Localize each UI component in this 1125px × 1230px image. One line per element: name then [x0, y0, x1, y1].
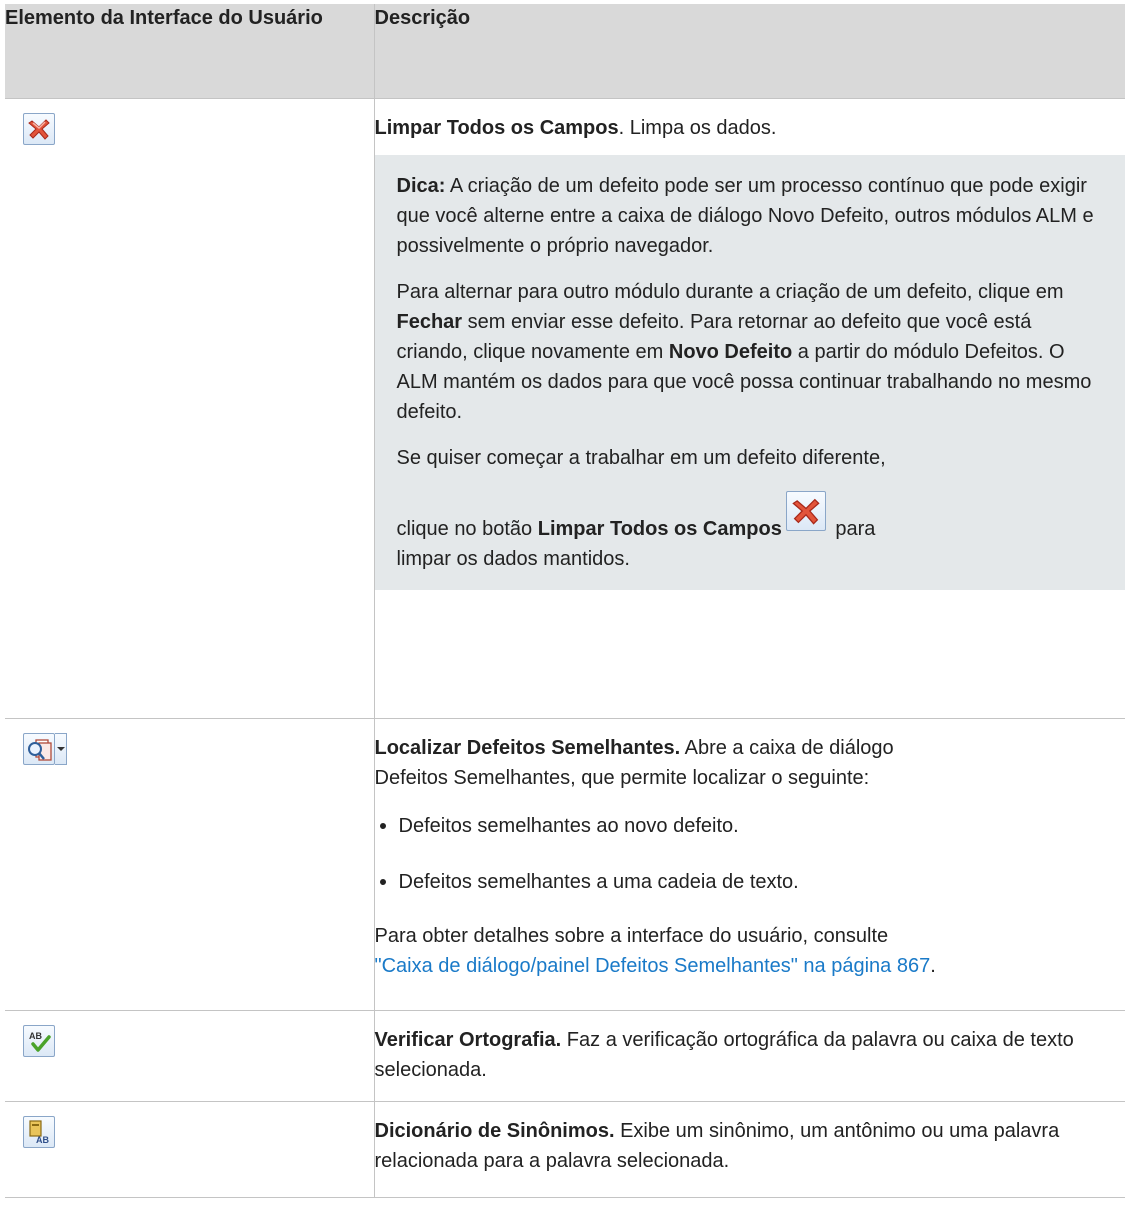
- table-row: AB Verificar Ortografia. Faz a verificaç…: [5, 1009, 1125, 1102]
- description-cell: Dicionário de Sinônimos. Exibe um sinôni…: [373, 1100, 1125, 1198]
- header-description: Descrição: [373, 4, 1125, 99]
- bullet-list: Defeitos semelhantes ao novo defeito. De…: [375, 811, 1125, 897]
- icon-cell: [5, 717, 375, 1011]
- similar-defects-link[interactable]: "Caixa de diálogo/painel Defeitos Semelh…: [375, 955, 931, 977]
- row-text-a: Abre a caixa de diálogo: [680, 736, 894, 759]
- close-label: Fechar: [396, 310, 463, 333]
- table-row: AB Dicionário de Sinônimos. Exibe um sin…: [5, 1100, 1125, 1198]
- icon-cell: AB: [5, 1009, 375, 1102]
- table-header-row: Elemento da Interface do Usuário Descriç…: [5, 4, 1125, 99]
- tip-paragraph-3-b: clique no botão: [396, 517, 538, 540]
- chevron-down-icon: [55, 732, 67, 765]
- tip-label: Dica:: [396, 174, 446, 197]
- clear-all-fields-icon: [23, 112, 55, 145]
- details-text: Para obter detalhes sobre a interface do…: [374, 924, 889, 947]
- spell-check-icon: AB: [23, 1024, 55, 1057]
- row-title: Localizar Defeitos Semelhantes.: [374, 736, 681, 759]
- icon-cell: [5, 97, 375, 719]
- row-title: Verificar Ortografia.: [374, 1028, 562, 1051]
- details-end: .: [930, 954, 936, 977]
- clear-all-fields-inline-icon: [785, 490, 826, 531]
- list-item: Defeitos semelhantes ao novo defeito.: [375, 811, 1125, 841]
- tip-paragraph-3-e: limpar os dados mantidos.: [396, 547, 630, 570]
- tip-paragraph-2-a: Para alternar para outro módulo durante …: [396, 280, 1064, 303]
- description-cell: Localizar Defeitos Semelhantes. Abre a c…: [373, 717, 1125, 1011]
- description-cell: Verificar Ortografia. Faz a verificação …: [373, 1009, 1125, 1102]
- ui-elements-table: Elemento da Interface do Usuário Descriç…: [5, 4, 1125, 1198]
- row-text: . Limpa os dados.: [618, 116, 777, 139]
- new-defect-label: Novo Defeito: [668, 340, 793, 363]
- thesaurus-icon: AB: [23, 1115, 55, 1148]
- list-item: Defeitos semelhantes a uma cadeia de tex…: [375, 867, 1125, 897]
- find-similar-defects-icon: [23, 732, 55, 765]
- icon-cell: AB: [5, 1100, 375, 1198]
- tip-paragraph-1: A criação de um defeito pode ser um proc…: [396, 174, 1094, 257]
- svg-text:AB: AB: [36, 1135, 49, 1145]
- tip-paragraph-3-a: Se quiser começar a trabalhar em um defe…: [396, 446, 886, 469]
- description-cell: Limpar Todos os Campos. Limpa os dados. …: [373, 97, 1125, 719]
- table-row: Localizar Defeitos Semelhantes. Abre a c…: [5, 717, 1125, 1011]
- header-ui-element: Elemento da Interface do Usuário: [5, 4, 375, 99]
- row-title: Dicionário de Sinônimos.: [374, 1119, 615, 1142]
- svg-text:AB: AB: [29, 1031, 42, 1041]
- clear-all-fields-label: Limpar Todos os Campos: [537, 517, 782, 540]
- tip-paragraph-3-d: para: [829, 517, 876, 540]
- table-row: Limpar Todos os Campos. Limpa os dados. …: [5, 97, 1125, 719]
- row-text-b: Defeitos Semelhantes, que permite locali…: [374, 766, 870, 789]
- tip-box: Dica: A criação de um defeito pode ser u…: [374, 154, 1125, 590]
- row-title: Limpar Todos os Campos: [374, 116, 619, 139]
